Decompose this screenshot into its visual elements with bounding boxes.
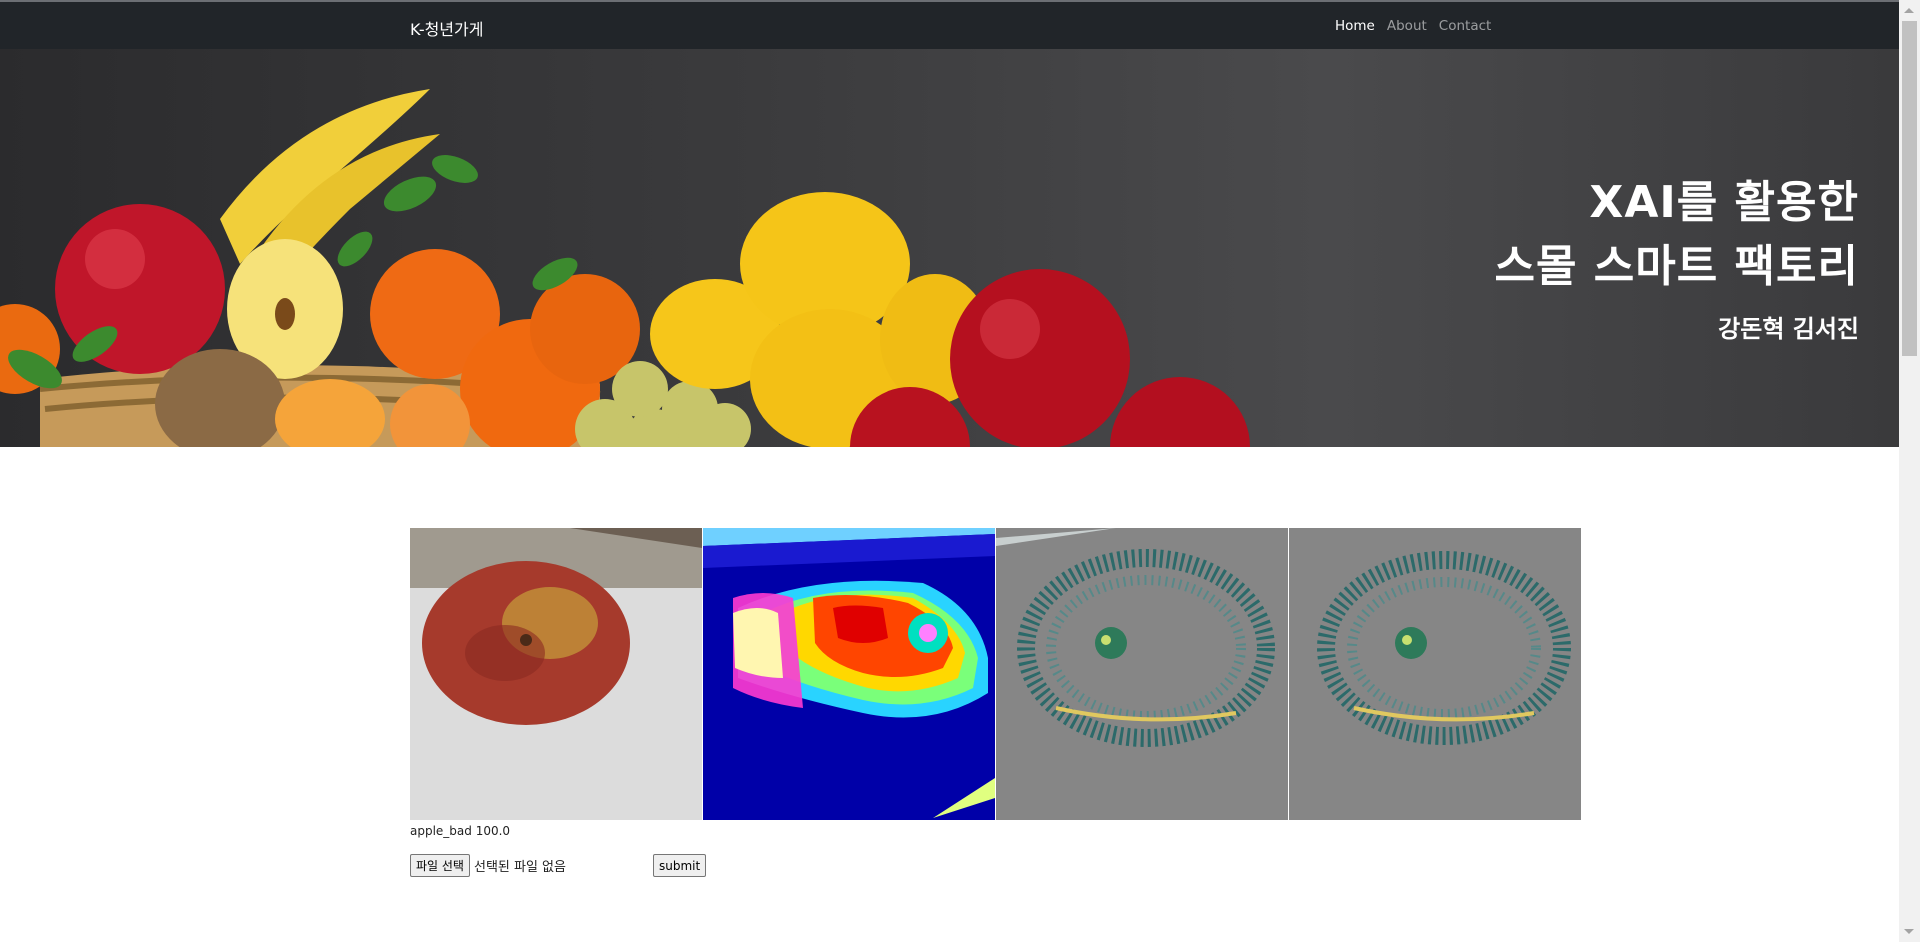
navbar: K-청년가게 Home About Contact: [0, 2, 1899, 49]
submit-button[interactable]: submit: [652, 854, 707, 877]
hero-banner: XAI를 활용한 스몰 스마트 팩토리 강돈혁 김서진: [0, 49, 1899, 447]
hero-title-line1: XAI를 활용한: [1589, 177, 1859, 228]
hero-text: XAI를 활용한 스몰 스마트 팩토리 강돈혁 김서진: [1495, 171, 1859, 344]
nav-links: Home About Contact: [1335, 18, 1491, 34]
scroll-thumb[interactable]: [1902, 21, 1917, 356]
nav-contact-link[interactable]: Contact: [1439, 18, 1492, 34]
input-apple-photo: [410, 528, 702, 820]
brand-link[interactable]: K-청년가게: [410, 16, 483, 40]
nav-home-link[interactable]: Home: [1335, 18, 1375, 34]
hero-title-line2: 스몰 스마트 팩토리: [1494, 241, 1859, 292]
gradcam-heatmap: [703, 528, 995, 820]
fruit-basket-image: [0, 89, 1250, 447]
scroll-up-icon[interactable]: [1904, 8, 1914, 13]
results-gallery: [410, 528, 1582, 820]
file-select-button[interactable]: 파일 선택: [410, 854, 470, 877]
prediction-label: apple_bad 100.0: [410, 824, 511, 838]
upload-form: 파일 선택 선택된 파일 없음 submit: [410, 854, 707, 877]
guided-backprop-map: [996, 528, 1288, 820]
hero-authors: 강돈혁 김서진: [1718, 315, 1859, 343]
scroll-down-icon[interactable]: [1904, 929, 1914, 934]
guided-gradcam-map: [1289, 528, 1581, 820]
nav-about-link[interactable]: About: [1387, 18, 1427, 34]
vertical-scrollbar[interactable]: [1899, 0, 1920, 942]
file-status-text: 선택된 파일 없음: [473, 860, 566, 875]
